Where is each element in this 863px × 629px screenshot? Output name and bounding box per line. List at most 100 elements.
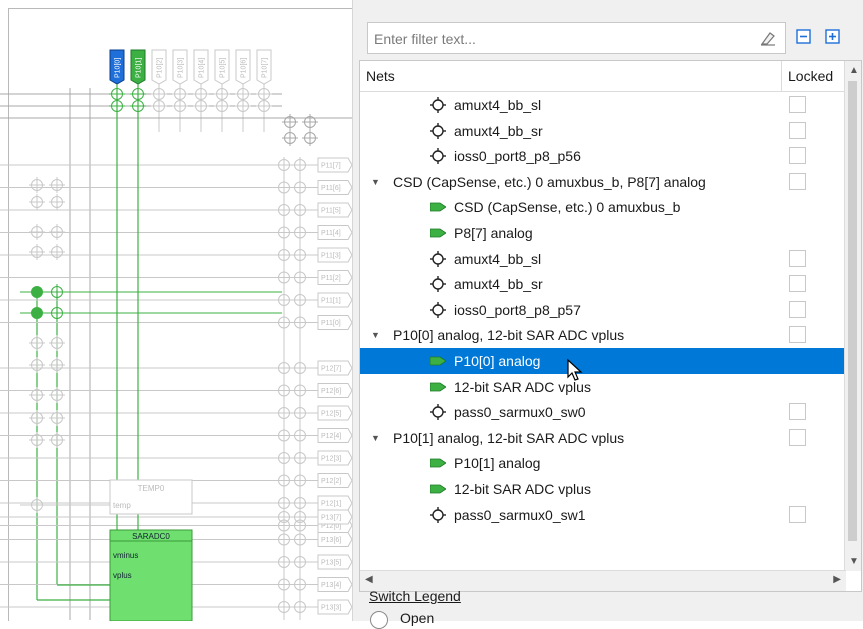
pin-label: P11[3] — [317, 247, 352, 263]
tree-row[interactable]: amuxt4_bb_sl — [360, 246, 846, 272]
lock-checkbox[interactable] — [789, 300, 806, 318]
expand-arrow-icon[interactable]: ▼ — [371, 330, 380, 340]
pin-label: P12[7] — [317, 360, 352, 376]
vertical-scrollbar[interactable]: ▲ ▼ — [844, 61, 861, 571]
pin-label: P11[6] — [317, 180, 352, 195]
tree-row-label: amuxt4_bb_sr — [454, 276, 543, 293]
expand-arrow-icon[interactable]: ▼ — [371, 433, 380, 443]
pin-label: P10[4] — [193, 49, 209, 85]
lock-checkbox[interactable] — [789, 403, 806, 421]
svg-text:P10[5]: P10[5] — [220, 58, 227, 78]
pin-label: P11[2] — [317, 270, 352, 285]
nets-tree[interactable]: Nets Locked amuxt4_bb_sl amuxt4_bb_sr ioss… — [359, 60, 862, 592]
schematic-canvas[interactable]: P10[0] P10[1] P10[2] P10[3] P10[4] P10[5] P10[… — [0, 0, 352, 621]
tree-row[interactable]: pass0_sarmux0_sw0 — [360, 399, 846, 425]
schematic-switch — [302, 130, 318, 146]
tree-row[interactable]: P10[1] analog — [360, 450, 846, 476]
tree-row-label: pass0_sarmux0_sw0 — [454, 404, 586, 421]
switch-icon — [430, 122, 446, 139]
lock-checkbox[interactable] — [789, 249, 806, 267]
temp-block-title: TEMP0 — [138, 484, 165, 493]
scroll-thumb[interactable] — [848, 81, 857, 541]
filter-input[interactable] — [372, 24, 736, 54]
svg-text:P12[7]: P12[7] — [321, 366, 341, 373]
terminal-icon — [430, 382, 446, 391]
schematic-switch — [214, 98, 230, 114]
tree-row-label: amuxt4_bb_sl — [454, 97, 542, 113]
tree-row-label: P10[0] analog — [454, 353, 541, 369]
clear-filter-icon[interactable] — [759, 29, 777, 47]
tree-row[interactable]: 12-bit SAR ADC vplus — [360, 476, 846, 502]
schematic-switch — [29, 244, 45, 260]
scroll-right-icon[interactable]: ▶ — [833, 574, 841, 585]
tree-row[interactable]: amuxt4_bb_sr — [360, 271, 846, 297]
schematic-switch — [29, 387, 45, 403]
tree-row[interactable]: pass0_sarmux0_sw1 — [360, 502, 846, 528]
tree-row-label: amuxt4_bb_sl — [454, 250, 542, 267]
tree-row[interactable]: ioss0_port8_p8_p57 — [360, 297, 846, 323]
lock-checkbox[interactable] — [789, 96, 806, 113]
tree-row-label: P10[1] analog, 12-bit SAR ADC vplus — [393, 429, 625, 446]
tree-row-selected[interactable]: P10[0] analog — [360, 348, 846, 374]
svg-text:P12[4]: P12[4] — [321, 433, 341, 440]
tree-row[interactable]: amuxt4_bb_sl — [360, 92, 846, 118]
schematic-switch — [302, 114, 318, 130]
tree-row-label: ioss0_port8_p8_p56 — [454, 148, 581, 165]
lock-checkbox[interactable] — [789, 326, 806, 344]
svg-text:P11[6]: P11[6] — [321, 185, 341, 192]
pin-p10-0-label: P10[0] — [109, 49, 125, 85]
pin-label: P13[6] — [317, 532, 352, 547]
svg-text:P11[3]: P11[3] — [321, 253, 341, 260]
filter-box[interactable] — [367, 22, 786, 54]
pin-label: P11[4] — [317, 225, 352, 240]
svg-text:P13[3]: P13[3] — [321, 605, 341, 612]
lock-checkbox[interactable] — [789, 172, 806, 190]
column-nets[interactable]: Nets — [366, 68, 395, 84]
scroll-up-icon[interactable]: ▲ — [849, 65, 859, 76]
lock-checkbox[interactable] — [789, 505, 806, 523]
scroll-down-icon[interactable]: ▼ — [849, 556, 859, 567]
tree-row[interactable]: amuxt4_bb_sr — [360, 118, 846, 144]
svg-text:P11[1]: P11[1] — [321, 298, 341, 305]
expand-all-icon[interactable] — [822, 26, 844, 48]
tree-row[interactable]: ▼ P10[0] analog, 12-bit SAR ADC vplus — [360, 322, 846, 348]
tree-row[interactable]: 12-bit SAR ADC vplus — [360, 374, 846, 400]
tree-row[interactable]: CSD (CapSense, etc.) 0 amuxbus_b — [360, 194, 846, 220]
terminal-icon — [430, 202, 446, 212]
pin-label: P12[3] — [317, 450, 352, 466]
expand-arrow-icon[interactable]: ▼ — [371, 177, 380, 187]
svg-text:P10[6]: P10[6] — [241, 58, 248, 78]
schematic-switch — [49, 387, 65, 403]
tree-row[interactable]: ▼ CSD (CapSense, etc.) 0 amuxbus_b, P8[7]… — [360, 169, 846, 195]
tree-row[interactable]: P8[7] analog — [360, 220, 846, 246]
svg-text:P11[7]: P11[7] — [321, 163, 341, 170]
pin-label: P11[0] — [317, 315, 352, 330]
svg-text:P12[5]: P12[5] — [321, 411, 341, 418]
lock-checkbox[interactable] — [789, 428, 806, 446]
schematic-switch — [29, 410, 45, 426]
svg-text:P11[4]: P11[4] — [321, 230, 341, 237]
tree-row-label: pass0_sarmux0_sw1 — [454, 506, 586, 523]
tree-row[interactable]: ▼ P10[1] analog, 12-bit SAR ADC vplus — [360, 425, 846, 451]
svg-text:P11[0]: P11[0] — [321, 320, 341, 327]
svg-text:P10[4]: P10[4] — [199, 58, 206, 78]
schematic-switch — [49, 177, 65, 193]
tree-row-label: amuxt4_bb_sr — [454, 122, 543, 139]
column-locked[interactable]: Locked — [781, 61, 846, 91]
tree-row[interactable]: ioss0_port8_p8_p56 — [360, 143, 846, 169]
switch-icon — [430, 97, 446, 113]
scroll-left-icon[interactable]: ◀ — [365, 574, 373, 585]
pin-label: P10[3] — [172, 49, 188, 85]
svg-text:P10[0]: P10[0] — [115, 58, 122, 78]
sar-port-label: vplus — [113, 571, 132, 580]
lock-checkbox[interactable] — [789, 275, 806, 293]
schematic-switch — [29, 335, 45, 351]
sar-adc-title: SARADC0 — [132, 532, 170, 541]
lock-checkbox[interactable] — [789, 147, 806, 165]
schematic-view[interactable]: P10[0] P10[1] P10[2] P10[3] P10[4] P10[5] P10[… — [0, 0, 352, 621]
pin-label: P12[2] — [317, 473, 352, 488]
lock-checkbox[interactable] — [789, 121, 806, 139]
schematic-switch — [29, 224, 45, 240]
collapse-all-icon[interactable] — [793, 26, 815, 48]
svg-text:P12[1]: P12[1] — [321, 501, 341, 508]
